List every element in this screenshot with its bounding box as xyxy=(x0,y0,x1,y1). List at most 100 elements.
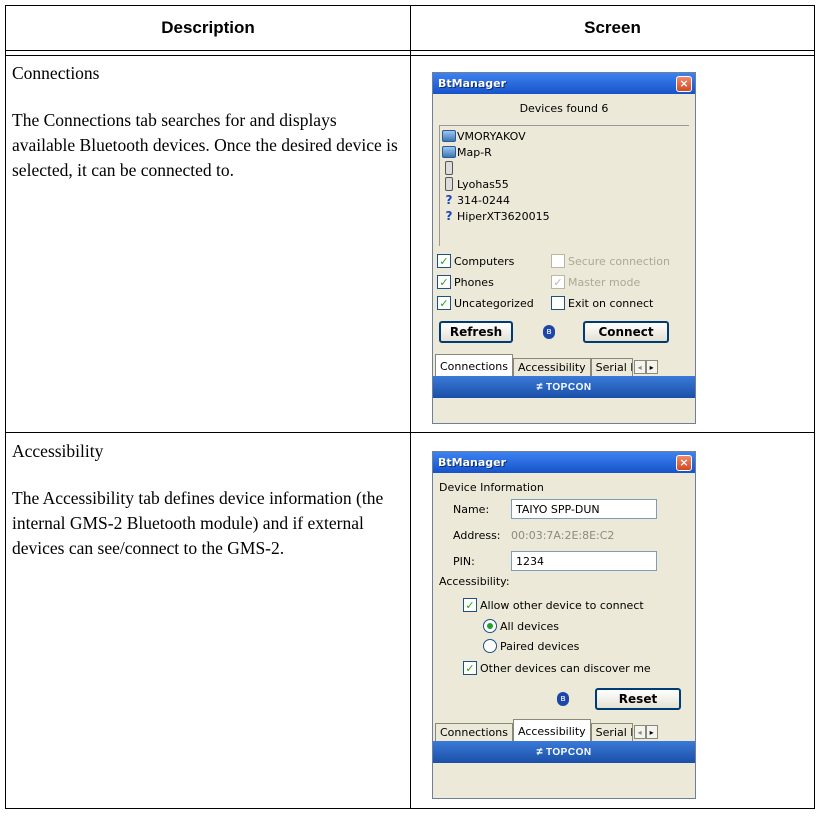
filter-options: ✓ Computers Secure connection ✓ Phones ✓… xyxy=(433,252,695,312)
list-item[interactable] xyxy=(440,160,689,176)
uncategorized-checkbox[interactable]: ✓ Uncategorized xyxy=(437,294,551,312)
device-name: HiperXT3620015 xyxy=(457,209,550,223)
brand-name: TOPCON xyxy=(545,746,592,758)
discoverable-checkbox[interactable]: ✓ Other devices can discover me xyxy=(463,659,695,677)
footer-brand-bar: ≠ TOPCON xyxy=(433,376,695,398)
row-title: Connections xyxy=(12,63,100,83)
radio-label: Paired devices xyxy=(500,639,580,653)
scroll-left-icon[interactable]: ◂ xyxy=(633,360,646,374)
scroll-right-icon[interactable]: ▸ xyxy=(645,360,658,374)
device-name: Lyohas55 xyxy=(457,177,509,191)
scroll-left-icon[interactable]: ◂ xyxy=(633,725,646,739)
action-row: ʙ Reset xyxy=(433,685,695,713)
list-item[interactable]: Lyohas55 xyxy=(440,176,689,192)
checkbox-checked-icon: ✓ xyxy=(437,254,451,268)
header-description: Description xyxy=(161,18,255,37)
tab-accessibility[interactable]: Accessibility xyxy=(512,358,591,376)
unknown-device-icon: ? xyxy=(445,193,453,207)
close-button[interactable]: × xyxy=(676,75,692,92)
btmanager-connections-screen: BtManager × Devices found 6 VMORYAKOV Ma… xyxy=(432,72,696,424)
phone-icon xyxy=(442,177,456,191)
reset-button[interactable]: Reset xyxy=(595,688,681,710)
bluetooth-icon: ʙ xyxy=(529,325,569,339)
checkbox-label: Uncategorized xyxy=(454,296,534,310)
refresh-button[interactable]: Refresh xyxy=(439,321,513,343)
checkbox-checked-icon: ✓ xyxy=(437,275,451,289)
tab-accessibility[interactable]: Accessibility xyxy=(512,719,591,741)
list-item[interactable]: VMORYAKOV xyxy=(440,128,689,144)
row-description: The Connections tab searches for and dis… xyxy=(12,110,398,180)
device-list[interactable]: VMORYAKOV Map-R Lyohas55 ? 314-0244 ? Hi… xyxy=(439,125,689,246)
topcon-logo-icon: ≠ xyxy=(536,746,543,758)
devices-found-label: Devices found 6 xyxy=(519,102,609,115)
radio-label: All devices xyxy=(500,619,559,633)
title-bar: BtManager × xyxy=(433,73,695,94)
tab-scroll-arrows: ◂ ▸ xyxy=(633,360,658,374)
name-field[interactable]: TAIYO SPP-DUN xyxy=(511,499,657,519)
checkbox-checked-icon: ✓ xyxy=(463,661,477,675)
checkbox-label: Other devices can discover me xyxy=(480,661,651,675)
checkbox-empty-icon xyxy=(551,296,565,310)
secure-connection-checkbox: Secure connection xyxy=(551,252,701,270)
checkbox-label: Phones xyxy=(454,275,494,289)
checkbox-label: Allow other device to connect xyxy=(480,598,644,612)
tab-scroll-arrows: ◂ ▸ xyxy=(633,725,658,739)
allow-connect-checkbox[interactable]: ✓ Allow other device to connect xyxy=(463,596,695,614)
checkbox-checked-icon: ✓ xyxy=(551,275,565,289)
computer-icon xyxy=(442,129,456,143)
pin-field[interactable]: 1234 xyxy=(511,551,657,571)
address-row: Address: 00:03:7A:2E:8E:C2 xyxy=(433,524,695,546)
unknown-device-icon: ? xyxy=(445,209,453,223)
device-name: VMORYAKOV xyxy=(457,129,526,143)
phones-checkbox[interactable]: ✓ Phones xyxy=(437,273,551,291)
header-rule-bottom xyxy=(6,55,814,56)
device-name: 314-0244 xyxy=(457,193,510,207)
name-row: Name: TAIYO SPP-DUN xyxy=(433,498,695,520)
phone-icon xyxy=(442,161,456,175)
list-item[interactable]: Map-R xyxy=(440,144,689,160)
footer-brand-bar: ≠ TOPCON xyxy=(433,741,695,763)
paired-devices-radio[interactable]: Paired devices xyxy=(483,637,695,655)
address-value: 00:03:7A:2E:8E:C2 xyxy=(511,528,615,542)
tab-bar: Connections Accessibility Serial P ◂ ▸ xyxy=(433,717,695,741)
row-accessibility-text: Accessibility The Accessibility tab defi… xyxy=(12,439,402,561)
radio-selected-icon xyxy=(483,619,497,633)
window-title: BtManager xyxy=(438,456,507,469)
brand-name: TOPCON xyxy=(545,381,592,393)
row-description: The Accessibility tab defines device inf… xyxy=(12,488,384,558)
list-item[interactable]: ? 314-0244 xyxy=(440,192,689,208)
checkbox-label: Computers xyxy=(454,254,515,268)
close-button[interactable]: × xyxy=(676,454,692,471)
accessibility-heading: Accessibility: xyxy=(439,575,510,588)
row-connections-text: Connections The Connections tab searches… xyxy=(12,61,402,183)
tab-connections[interactable]: Connections xyxy=(435,723,513,741)
all-devices-radio[interactable]: All devices xyxy=(483,617,695,635)
computer-icon xyxy=(442,145,456,159)
description-screen-table: Description Screen Connections The Conne… xyxy=(5,5,815,809)
row-title: Accessibility xyxy=(12,441,104,461)
title-bar: BtManager × xyxy=(433,452,695,473)
checkbox-label: Exit on connect xyxy=(568,296,654,310)
scroll-right-icon[interactable]: ▸ xyxy=(645,725,658,739)
header-rule-top xyxy=(6,50,814,51)
address-label: Address: xyxy=(453,528,501,542)
window-title: BtManager xyxy=(438,77,507,90)
device-info-heading: Device Information xyxy=(439,481,544,494)
tab-serial[interactable]: Serial P xyxy=(590,723,633,741)
name-label: Name: xyxy=(453,502,490,516)
master-mode-checkbox: ✓ Master mode xyxy=(551,273,701,291)
column-divider xyxy=(410,6,411,808)
exit-on-connect-checkbox[interactable]: Exit on connect xyxy=(551,294,701,312)
checkbox-label: Secure connection xyxy=(568,254,670,268)
topcon-logo-icon: ≠ xyxy=(536,381,543,393)
computers-checkbox[interactable]: ✓ Computers xyxy=(437,252,551,270)
connect-button[interactable]: Connect xyxy=(583,321,669,343)
list-item[interactable]: ? HiperXT3620015 xyxy=(440,208,689,224)
checkbox-label: Master mode xyxy=(568,275,641,289)
pin-label: PIN: xyxy=(453,554,475,568)
tab-connections[interactable]: Connections xyxy=(435,354,513,376)
bluetooth-icon: ʙ xyxy=(553,692,573,706)
tab-serial[interactable]: Serial P xyxy=(590,358,633,376)
checkbox-checked-icon: ✓ xyxy=(437,296,451,310)
checkbox-checked-icon: ✓ xyxy=(463,598,477,612)
